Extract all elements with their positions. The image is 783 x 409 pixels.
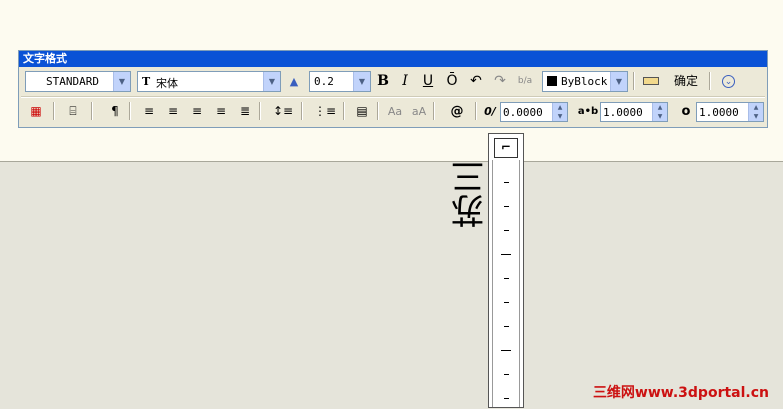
- align-center-icon[interactable]: ≡: [163, 101, 183, 122]
- drawing-area[interactable]: [0, 161, 783, 409]
- insert-field-icon[interactable]: ▤: [351, 101, 373, 122]
- separator: [709, 72, 711, 90]
- ruler-strip[interactable]: [492, 160, 520, 407]
- text-height-dropdown[interactable]: 0.2 ▼: [309, 71, 371, 92]
- undo-button[interactable]: ↶: [467, 71, 485, 92]
- mtext-justify-icon[interactable]: ⌸: [61, 101, 85, 122]
- ruler-tick: [504, 398, 509, 399]
- tracking-value: 1.0000: [603, 106, 643, 119]
- spinner-arrows-icon[interactable]: ▲ ▼: [552, 103, 567, 121]
- width-factor-input[interactable]: 1.0000 ▲ ▼: [696, 102, 764, 122]
- truetype-icon: T: [142, 75, 151, 88]
- oblique-icon: 0/: [484, 105, 496, 118]
- ruler-tick: [504, 230, 509, 231]
- font-value: 宋体: [156, 77, 178, 90]
- toolbar-row-1: STANDARD ▼ T 宋体 ▼ ▲ 0.2 ▼ B I U Ō ↶ ↷ b/…: [19, 68, 767, 94]
- separator: [301, 102, 303, 120]
- chevron-down-icon[interactable]: ▼: [263, 72, 280, 91]
- tracking-icon: a•b: [577, 106, 599, 117]
- tracking-input[interactable]: 1.0000 ▲ ▼: [600, 102, 668, 122]
- text-height-value: 0.2: [314, 75, 334, 88]
- separator: [53, 102, 55, 120]
- spinner-arrows-icon[interactable]: ▲ ▼: [748, 103, 763, 121]
- uppercase-button[interactable]: Aa: [385, 101, 405, 122]
- options-chevron-icon: ⌄: [722, 75, 735, 88]
- ok-button[interactable]: 确定: [669, 71, 703, 92]
- ruler-tick: [504, 206, 509, 207]
- ruler-tick: [504, 302, 509, 303]
- overline-button[interactable]: Ō: [443, 71, 461, 92]
- italic-button[interactable]: I: [396, 71, 414, 92]
- chevron-down-icon[interactable]: ▼: [113, 72, 130, 91]
- separator: [377, 102, 379, 120]
- align-right-icon[interactable]: ≡: [187, 101, 207, 122]
- separator: [475, 102, 477, 120]
- vertical-mtext[interactable]: 苏三: [451, 160, 491, 228]
- separator: [259, 102, 261, 120]
- width-factor-icon: o: [681, 104, 691, 119]
- columns-icon[interactable]: ▦: [25, 101, 47, 122]
- separator: [433, 102, 435, 120]
- bold-button[interactable]: B: [374, 71, 392, 92]
- distribute-icon[interactable]: ≣: [235, 101, 255, 122]
- ruler-toggle-button[interactable]: [640, 71, 662, 92]
- separator: [129, 102, 131, 120]
- oblique-angle-value: 0.0000: [503, 106, 543, 119]
- separator: [91, 102, 93, 120]
- oblique-angle-input[interactable]: 0.0000 ▲ ▼: [500, 102, 568, 122]
- separator: [633, 72, 635, 90]
- ruler-tick: [504, 374, 509, 375]
- width-factor-value: 1.0000: [699, 106, 739, 119]
- style-dropdown[interactable]: STANDARD ▼: [25, 71, 131, 92]
- line-spacing-icon[interactable]: ↕≡: [269, 101, 297, 122]
- style-value: STANDARD: [46, 75, 99, 88]
- options-button[interactable]: ⌄: [719, 71, 739, 92]
- ruler-tick: [501, 254, 511, 255]
- text-format-toolbar: 文字格式 STANDARD ▼ T 宋体 ▼ ▲ 0.2 ▼ B I U Ō ↶…: [18, 50, 768, 128]
- ruler-tick: [504, 326, 509, 327]
- symbol-button[interactable]: @: [443, 101, 471, 122]
- annotative-icon[interactable]: ▲: [285, 71, 303, 92]
- paragraph-icon[interactable]: ¶: [105, 101, 125, 122]
- ruler-tick: [504, 182, 509, 183]
- numbering-icon[interactable]: ⋮≡: [311, 101, 339, 122]
- font-dropdown[interactable]: T 宋体 ▼: [137, 71, 281, 92]
- tab-stop-icon[interactable]: ⌐: [494, 138, 518, 158]
- lowercase-button[interactable]: aA: [409, 101, 429, 122]
- color-swatch: [547, 76, 557, 86]
- vertical-ruler[interactable]: ⌐: [488, 133, 524, 408]
- align-left-icon[interactable]: ≡: [139, 101, 159, 122]
- watermark: 三维网www.3dportal.cn: [592, 385, 769, 401]
- redo-button[interactable]: ↷: [491, 71, 509, 92]
- color-dropdown[interactable]: ByBlock ▼: [542, 71, 628, 92]
- ruler-tick: [501, 350, 511, 351]
- toolbar-row-2: ▦ ⌸ ¶ ≡ ≡ ≡ ≡ ≣ ↕≡ ⋮≡ ▤ Aa aA @ 0/ 0.000…: [19, 98, 767, 124]
- toolbar-title[interactable]: 文字格式: [19, 51, 767, 67]
- color-value: ByBlock: [561, 75, 608, 88]
- separator: [343, 102, 345, 120]
- chevron-down-icon[interactable]: ▼: [610, 72, 627, 91]
- ruler-icon: [643, 77, 659, 85]
- justify-icon[interactable]: ≡: [211, 101, 231, 122]
- underline-button[interactable]: U: [419, 71, 437, 92]
- spinner-arrows-icon[interactable]: ▲ ▼: [652, 103, 667, 121]
- ruler-tick: [504, 278, 509, 279]
- chevron-down-icon[interactable]: ▼: [353, 72, 370, 91]
- stack-button[interactable]: b/a: [515, 71, 535, 92]
